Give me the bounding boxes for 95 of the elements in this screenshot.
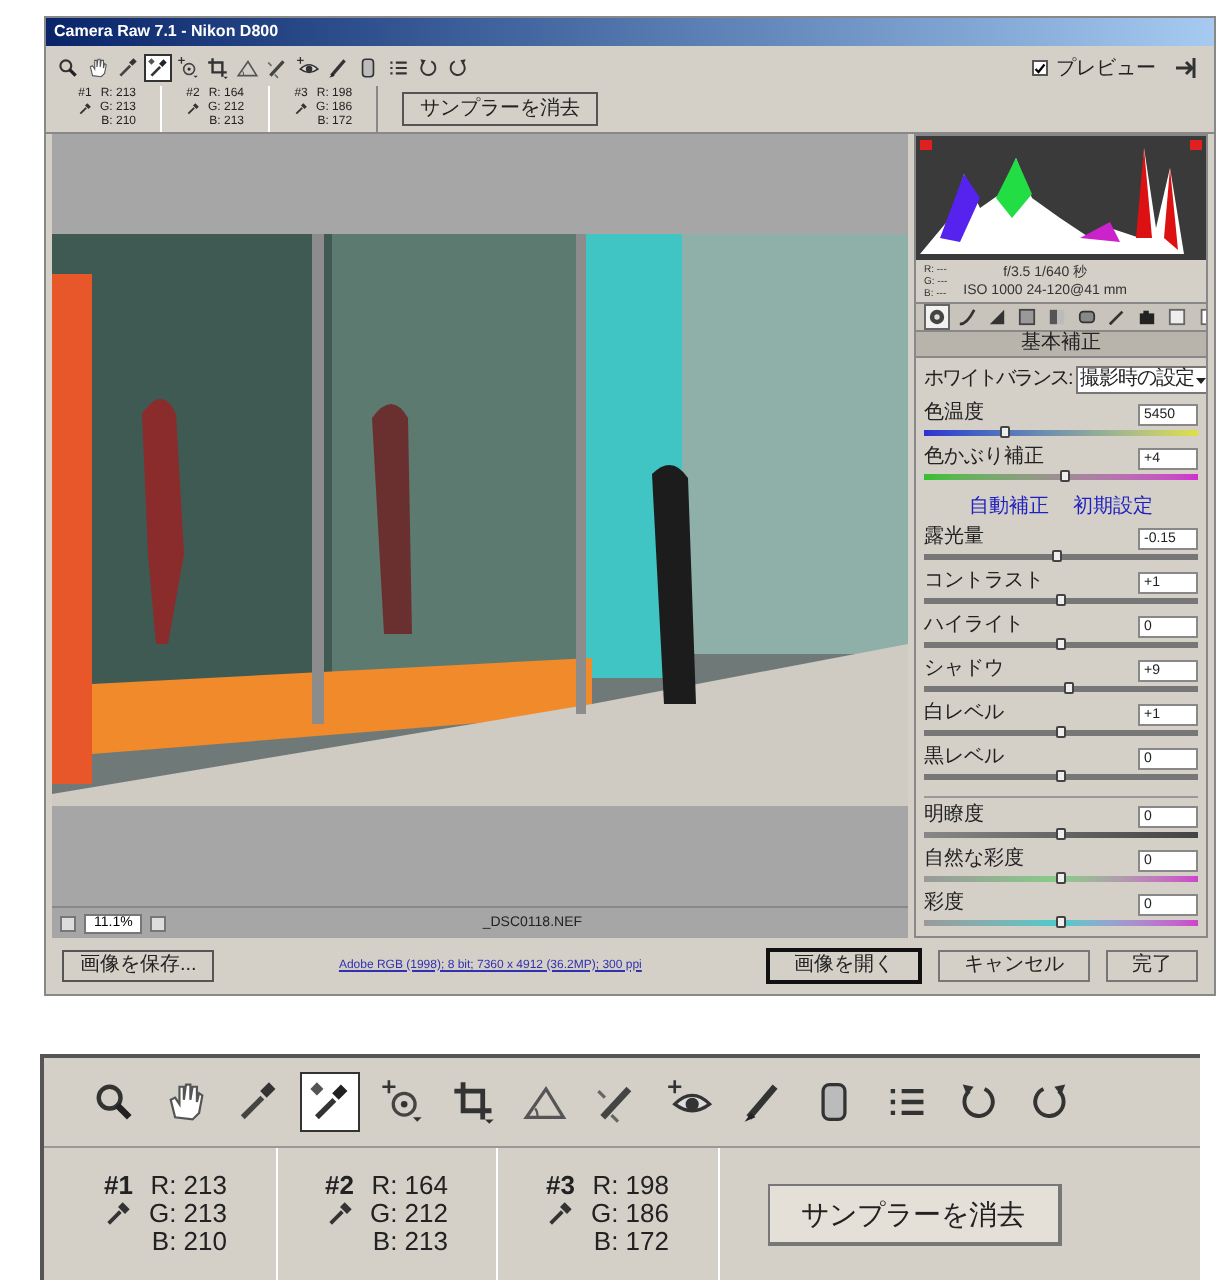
sampler-number: #2	[325, 1172, 354, 1200]
slider-label: 白レベル	[924, 702, 1004, 726]
sampler-value: G: 186	[590, 1200, 669, 1228]
full-screen-icon	[1174, 56, 1198, 80]
aperture-icon	[928, 308, 946, 326]
dialog-button[interactable]: 画像を開く	[766, 948, 922, 984]
eyedropper-tool-button[interactable]	[144, 54, 172, 82]
clear-samplers-button[interactable]: サンプラーを消去	[402, 92, 599, 126]
clipping-warning-icon	[920, 140, 932, 150]
zoom-in-button[interactable]	[150, 915, 167, 931]
panel-tab[interactable]	[1164, 304, 1190, 330]
slider-label: 彩度	[924, 892, 964, 916]
sampler-value: R: 164	[371, 1172, 448, 1200]
slider-thumb[interactable]	[1055, 916, 1065, 928]
magnifier-tool-button[interactable]	[54, 54, 82, 82]
brush-tool-button[interactable]	[324, 54, 352, 82]
slider-thumb[interactable]	[1055, 872, 1065, 884]
slider-thumb[interactable]	[1055, 770, 1065, 782]
clear-samplers-button[interactable]: サンプラーを消去	[767, 1183, 1061, 1245]
rotate-left-icon	[416, 56, 440, 80]
zoom-out-button[interactable]	[60, 915, 76, 931]
sampler-value: B: 213	[372, 1228, 448, 1256]
panel-tab[interactable]	[984, 304, 1010, 330]
split-square-icon	[1048, 308, 1066, 326]
eyedropper-icon	[325, 1200, 354, 1228]
rotate-right-icon	[446, 56, 470, 80]
sampler-value: B: 172	[593, 1228, 669, 1256]
panel-tab[interactable]	[924, 304, 950, 330]
checkmark-icon	[1034, 61, 1046, 75]
target-icon	[176, 56, 200, 80]
slider-thumb[interactable]	[1055, 828, 1065, 840]
panel-title: 基本補正	[916, 330, 1206, 358]
slider-thumb[interactable]	[1055, 638, 1065, 650]
clipping-warning-icon	[1190, 140, 1202, 150]
rotate-left-tool-button[interactable]	[414, 54, 442, 82]
dialog-button[interactable]: 完了	[1106, 950, 1198, 982]
eyedropper-tool-button[interactable]	[300, 1072, 360, 1132]
target-icon	[378, 1078, 426, 1126]
panel-tab[interactable]	[954, 304, 980, 330]
wb-label: ホワイトバランス:	[924, 368, 1072, 392]
sampler-number: #1	[104, 1172, 133, 1200]
slider-label: 明瞭度	[924, 804, 984, 828]
rotate-right-tool-button[interactable]	[444, 54, 472, 82]
triangle-icon	[988, 308, 1006, 326]
slider-label: シャドウ	[924, 658, 1004, 682]
slider-thumb[interactable]	[1000, 426, 1011, 438]
hand-icon	[86, 56, 110, 80]
brush-icon	[266, 56, 290, 80]
wb-mode-dropdown[interactable]: 撮影時の設定	[1075, 366, 1206, 394]
curve-icon	[958, 308, 976, 326]
camera-icon	[1138, 308, 1156, 326]
eyedropper-icon	[546, 1200, 575, 1228]
slider-thumb[interactable]	[1060, 470, 1071, 482]
crop-icon	[450, 1078, 498, 1126]
eyedropper-icon	[104, 1200, 133, 1228]
dialog-button[interactable]: キャンセル	[938, 950, 1090, 982]
slider-label: ハイライト	[924, 614, 1024, 638]
sampler-value: R: 198	[592, 1172, 669, 1200]
hand-tool-button[interactable]	[84, 54, 112, 82]
slider-label: 色かぶり補正	[924, 446, 1044, 470]
panel-link[interactable]: 初期設定	[1073, 496, 1153, 520]
save-image-button[interactable]: 画像を保存...	[62, 950, 215, 982]
slider-thumb[interactable]	[1055, 594, 1065, 606]
eyedropper-icon	[78, 102, 92, 116]
sampler-value: G: 212	[369, 1200, 448, 1228]
magnifier-icon	[56, 56, 80, 80]
triangle-icon	[236, 56, 260, 80]
crop-tool-button[interactable]	[204, 54, 232, 82]
eyedropper-icon	[116, 56, 140, 80]
sampler-number: #3	[546, 1172, 575, 1200]
slider-label: コントラスト	[924, 570, 1044, 594]
slider-thumb[interactable]	[1055, 726, 1065, 738]
lens-icon	[1078, 308, 1096, 326]
panel-tab[interactable]	[1044, 304, 1070, 330]
panel-link[interactable]: 自動補正	[969, 496, 1049, 520]
slider-label: 色温度	[924, 402, 984, 426]
slider-label: 黒レベル	[924, 746, 1004, 770]
sampler-value: B: 210	[151, 1228, 227, 1256]
panel-tab[interactable]	[1014, 304, 1040, 330]
slider-thumb[interactable]	[1052, 550, 1063, 562]
target-tool-button[interactable]	[174, 54, 202, 82]
eyedropper-icon	[146, 56, 170, 80]
brush-icon	[326, 56, 350, 80]
crop-icon	[206, 56, 230, 80]
eyedropper-tool-button[interactable]	[114, 54, 142, 82]
eyedropper-icon	[294, 102, 309, 116]
eyedropper-icon	[186, 102, 201, 116]
sampler-value: R: 213	[150, 1172, 227, 1200]
slider-label: 自然な彩度	[924, 848, 1024, 872]
grid-icon	[1018, 308, 1036, 326]
window-title: Camera Raw 7.1 - Nikon D800	[54, 20, 279, 44]
preview-checkbox[interactable]: プレビュー	[1032, 57, 1156, 79]
slider-thumb[interactable]	[1063, 682, 1074, 694]
sampler-value: G: 213	[148, 1200, 227, 1228]
slider-label: 露光量	[924, 526, 984, 550]
